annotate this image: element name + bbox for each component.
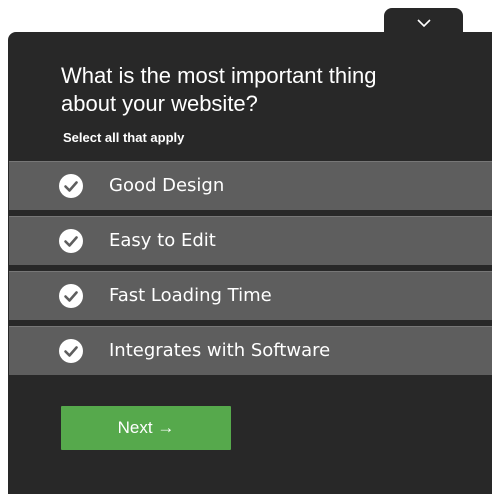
check-circle-icon: [59, 284, 83, 308]
option-easy-to-edit[interactable]: Easy to Edit: [9, 216, 492, 265]
option-label: Easy to Edit: [109, 230, 216, 251]
check-circle-icon: [59, 339, 83, 363]
survey-panel: What is the most important thing about y…: [8, 32, 492, 494]
option-good-design[interactable]: Good Design: [9, 161, 492, 210]
chevron-down-icon: [416, 19, 431, 27]
next-button[interactable]: Next →: [61, 406, 231, 450]
option-label: Good Design: [109, 175, 225, 196]
select-hint: Select all that apply: [63, 130, 185, 145]
option-fast-loading-time[interactable]: Fast Loading Time: [9, 271, 492, 320]
option-integrates-with-software[interactable]: Integrates with Software: [9, 326, 492, 375]
option-label: Fast Loading Time: [109, 285, 272, 306]
question-title: What is the most important thing about y…: [61, 63, 377, 116]
options-list: Good Design Easy to Edit Fast Loading Ti…: [9, 161, 492, 381]
check-circle-icon: [59, 229, 83, 253]
option-label: Integrates with Software: [109, 340, 331, 361]
check-circle-icon: [59, 174, 83, 198]
